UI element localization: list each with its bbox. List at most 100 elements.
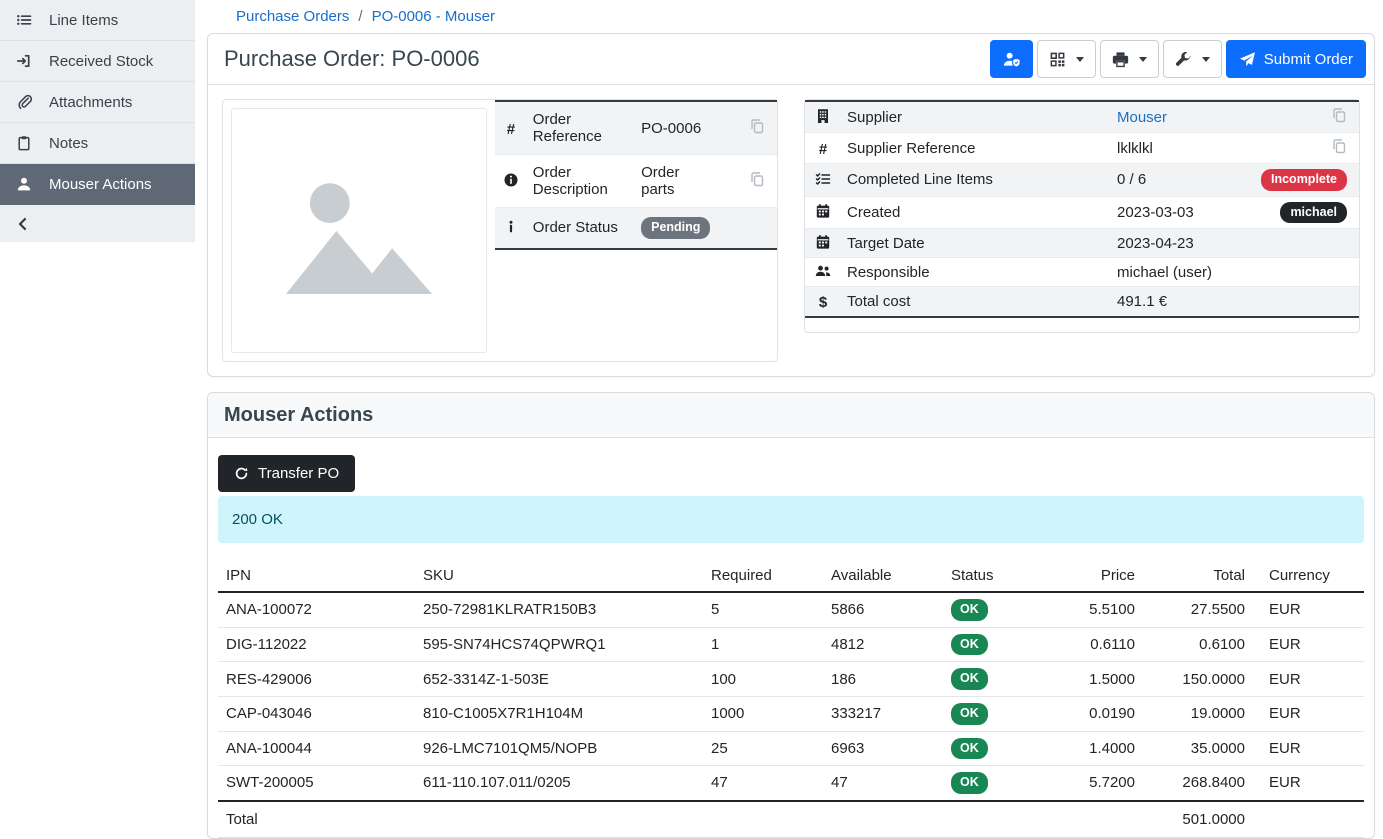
calendar-icon — [815, 203, 831, 219]
detail-value: 491.1 € — [1111, 287, 1255, 318]
cell-price: 5.7200 — [1043, 766, 1143, 801]
wrench-icon — [1175, 51, 1192, 68]
detail-row-created: Created2023-03-03michael — [805, 196, 1359, 229]
ok-status-badge: OK — [951, 634, 988, 656]
user-icon — [16, 176, 32, 192]
header-actions: Submit Order — [990, 40, 1366, 78]
detail-label: Created — [841, 196, 1111, 229]
cell-currency: EUR — [1253, 627, 1364, 662]
column-header-currency: Currency — [1253, 560, 1364, 592]
status-alert-text: 200 OK — [232, 511, 283, 528]
hash-icon: # — [503, 122, 519, 138]
table-row: DIG-112022595-SN74HCS74QPWRQ114812OK0.61… — [218, 627, 1364, 662]
order-details-table: #Order ReferencePO-0006Order Description… — [495, 100, 777, 250]
order-image-placeholder — [231, 108, 487, 353]
table-row: ANA-100072250-72981KLRATR150B355866OK5.5… — [218, 592, 1364, 627]
breadcrumb-link-purchase-orders[interactable]: Purchase Orders — [236, 8, 349, 25]
cell-ipn: DIG-112022 — [218, 627, 415, 662]
column-header-status: Status — [943, 560, 1043, 592]
cell-available: 186 — [823, 662, 943, 697]
chevron-left-icon — [15, 216, 31, 232]
sidebar-collapse-button[interactable] — [0, 205, 195, 242]
detail-value: 0 / 6 — [1111, 164, 1255, 197]
table-row: CAP-043046810-C1005X7R1H104M1000333217OK… — [218, 696, 1364, 731]
detail-value-link[interactable]: Mouser — [1117, 109, 1167, 126]
barcode-actions-menu[interactable] — [1037, 40, 1096, 78]
cell-available: 4812 — [823, 627, 943, 662]
footer-total-label: Total — [218, 801, 415, 838]
sidebar-item-label: Received Stock — [49, 53, 153, 70]
detail-row-order-description: Order DescriptionOrder parts — [495, 155, 777, 208]
paper-plane-icon — [1239, 51, 1256, 68]
detail-value: Pending — [635, 208, 716, 249]
detail-value: 2023-03-03 — [1111, 196, 1255, 229]
main-content: Purchase Orders / PO-0006 - Mouser Purchas… — [195, 0, 1383, 794]
cell-price: 5.5100 — [1043, 592, 1143, 627]
breadcrumb-separator: / — [358, 8, 362, 25]
cell-ipn: CAP-043046 — [218, 696, 415, 731]
cell-currency: EUR — [1253, 592, 1364, 627]
parts-table-footer-row: Total 501.0000 — [218, 801, 1364, 838]
order-image-wrap — [223, 100, 495, 361]
cell-required: 100 — [703, 662, 823, 697]
cell-available: 6963 — [823, 731, 943, 766]
sidebar-item-label: Notes — [49, 135, 88, 152]
detail-value: lklklkl — [1111, 133, 1255, 164]
sidebar-item-line-items[interactable]: Line Items — [0, 0, 195, 41]
sidebar-item-received-stock[interactable]: Received Stock — [0, 41, 195, 82]
qrcode-icon — [1049, 51, 1066, 68]
cell-ipn: SWT-200005 — [218, 766, 415, 801]
cell-status: OK — [943, 696, 1043, 731]
cell-currency: EUR — [1253, 696, 1364, 731]
incomplete-badge: Incomplete — [1261, 169, 1347, 191]
cell-price: 0.0190 — [1043, 696, 1143, 731]
ok-status-badge: OK — [951, 599, 988, 621]
cell-currency: EUR — [1253, 662, 1364, 697]
cell-available: 47 — [823, 766, 943, 801]
cell-sku: 810-C1005X7R1H104M — [415, 696, 703, 731]
ok-status-badge: OK — [951, 772, 988, 794]
cell-sku: 595-SN74HCS74QPWRQ1 — [415, 627, 703, 662]
sidebar: Line Items Received Stock Attachments Notes… — [0, 0, 195, 794]
order-actions-menu[interactable] — [1163, 40, 1222, 78]
printer-icon — [1112, 51, 1129, 68]
detail-label: Order Description — [527, 155, 635, 208]
user-roles-button[interactable] — [990, 40, 1033, 78]
breadcrumb: Purchase Orders / PO-0006 - Mouser — [207, 6, 1375, 33]
breadcrumb-link-po-0006-mouser[interactable]: PO-0006 - Mouser — [372, 8, 495, 25]
sidebar-item-notes[interactable]: Notes — [0, 123, 195, 164]
supplier-details-table: SupplierMouser#Supplier Referencelklklkl… — [805, 100, 1359, 318]
print-actions-menu[interactable] — [1100, 40, 1159, 78]
column-header-available: Available — [823, 560, 943, 592]
detail-label: Order Reference — [527, 101, 635, 155]
page-title: Purchase Order: PO-0006 — [224, 46, 480, 72]
detail-row-order-reference: #Order ReferencePO-0006 — [495, 101, 777, 155]
detail-row-extra — [716, 101, 777, 155]
cell-status: OK — [943, 662, 1043, 697]
caret-down-icon — [1076, 57, 1084, 62]
transfer-po-button[interactable]: Transfer PO — [218, 455, 355, 492]
cell-total: 35.0000 — [1143, 731, 1253, 766]
cell-total: 268.8400 — [1143, 766, 1253, 801]
detail-row-extra — [1255, 287, 1359, 318]
sidebar-item-attachments[interactable]: Attachments — [0, 82, 195, 123]
copy-icon[interactable] — [1331, 138, 1347, 154]
mouser-actions-title: Mouser Actions — [224, 404, 373, 427]
column-header-price: Price — [1043, 560, 1143, 592]
column-header-sku: SKU — [415, 560, 703, 592]
copy-icon[interactable] — [1331, 107, 1347, 123]
detail-label: Target Date — [841, 229, 1111, 258]
cell-sku: 926-LMC7101QM5/NOPB — [415, 731, 703, 766]
status-badge: Pending — [641, 217, 710, 239]
detail-label: Completed Line Items — [841, 164, 1111, 197]
detail-row-target-date: Target Date2023-04-23 — [805, 229, 1359, 258]
copy-icon[interactable] — [749, 171, 765, 187]
sidebar-item-mouser-actions[interactable]: Mouser Actions — [0, 164, 195, 205]
users-icon — [815, 263, 831, 279]
sidebar-item-label: Mouser Actions — [49, 176, 152, 193]
copy-icon[interactable] — [749, 118, 765, 134]
submit-order-button[interactable]: Submit Order — [1226, 40, 1366, 78]
detail-label: Responsible — [841, 258, 1111, 287]
detail-row-completed-line-items: Completed Line Items0 / 6 Incomplete — [805, 164, 1359, 197]
detail-label: Order Status — [527, 208, 635, 249]
